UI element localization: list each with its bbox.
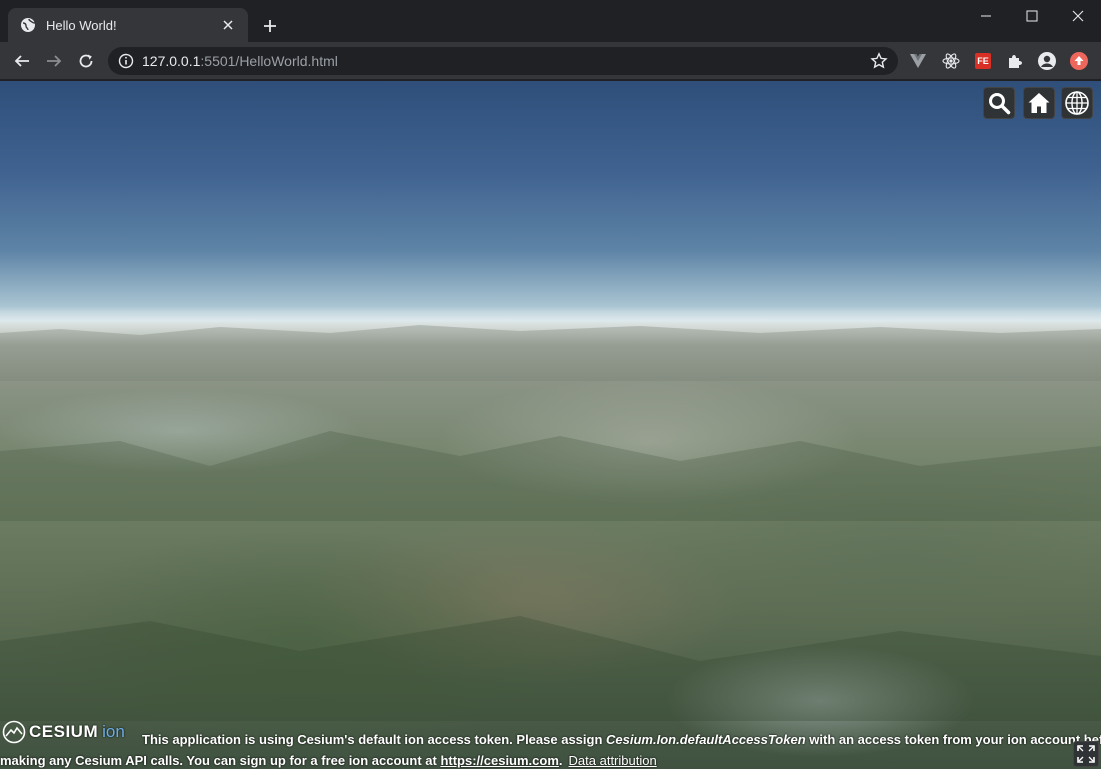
address-bar[interactable]: 127.0.0.1:5501/HelloWorld.html xyxy=(108,47,898,75)
vue-devtools-icon[interactable] xyxy=(908,51,928,71)
forward-button[interactable] xyxy=(40,47,68,75)
home-icon xyxy=(1028,93,1050,113)
profile-icon[interactable] xyxy=(1037,51,1057,71)
fullscreen-button[interactable] xyxy=(1073,741,1099,767)
minimize-icon xyxy=(981,15,991,17)
arrow-left-icon xyxy=(14,55,29,67)
terrain-ridge xyxy=(0,325,1101,381)
cesium-ion-logo[interactable]: CESIUM ion xyxy=(2,719,140,745)
minimize-button[interactable] xyxy=(963,0,1009,32)
cesium-viewer[interactable]: CESIUM ion This application is using Ces… xyxy=(0,81,1101,769)
scene-mode-button[interactable] xyxy=(1061,87,1093,119)
plus-icon xyxy=(264,20,276,32)
terrain-ridge xyxy=(0,616,1101,721)
puzzle-icon[interactable] xyxy=(1005,51,1025,71)
home-view-button[interactable] xyxy=(1023,87,1055,119)
info-icon[interactable] xyxy=(118,53,134,69)
star-icon[interactable] xyxy=(870,52,888,70)
reload-button[interactable] xyxy=(72,47,100,75)
maximize-button[interactable] xyxy=(1009,0,1055,32)
credit-line-1: This application is using Cesium's defau… xyxy=(142,732,1101,747)
fe-helper-label: FE xyxy=(977,56,989,66)
cesium-logo-text: CESIUM xyxy=(29,722,99,741)
close-window-button[interactable] xyxy=(1055,0,1101,32)
fe-helper-icon[interactable]: FE xyxy=(973,51,993,71)
credit-line-2: making any Cesium API calls. You can sig… xyxy=(0,753,657,768)
globe-icon xyxy=(1065,91,1089,115)
cesium-link[interactable]: https://cesium.com xyxy=(440,753,558,768)
update-icon[interactable] xyxy=(1069,51,1089,71)
globe-icon xyxy=(21,18,36,32)
maximize-icon xyxy=(1026,10,1038,22)
browser-toolbar: 127.0.0.1:5501/HelloWorld.html FE xyxy=(0,42,1101,80)
back-button[interactable] xyxy=(8,47,36,75)
search-icon xyxy=(989,93,1011,115)
arrow-right-icon xyxy=(47,55,62,67)
url-text: 127.0.0.1:5501/HelloWorld.html xyxy=(142,53,338,69)
terrain-ridge xyxy=(0,431,1101,521)
geocoder-search-button[interactable] xyxy=(983,87,1015,119)
tab-strip: Hello World! xyxy=(0,0,1101,42)
tab-title: Hello World! xyxy=(46,17,117,33)
fullscreen-icon xyxy=(1077,745,1095,763)
ion-logo-text: ion xyxy=(102,722,125,741)
data-attribution-link[interactable]: Data attribution xyxy=(569,753,657,768)
new-tab-button[interactable] xyxy=(258,14,282,38)
close-icon xyxy=(1072,10,1084,22)
credit-container: CESIUM ion This application is using Ces… xyxy=(0,717,1101,769)
cesium-logo-icon xyxy=(2,720,26,744)
tab-close-icon[interactable] xyxy=(218,15,238,35)
browser-tab[interactable]: Hello World! xyxy=(8,8,248,42)
react-devtools-icon[interactable] xyxy=(941,51,961,71)
reload-icon xyxy=(79,54,93,68)
